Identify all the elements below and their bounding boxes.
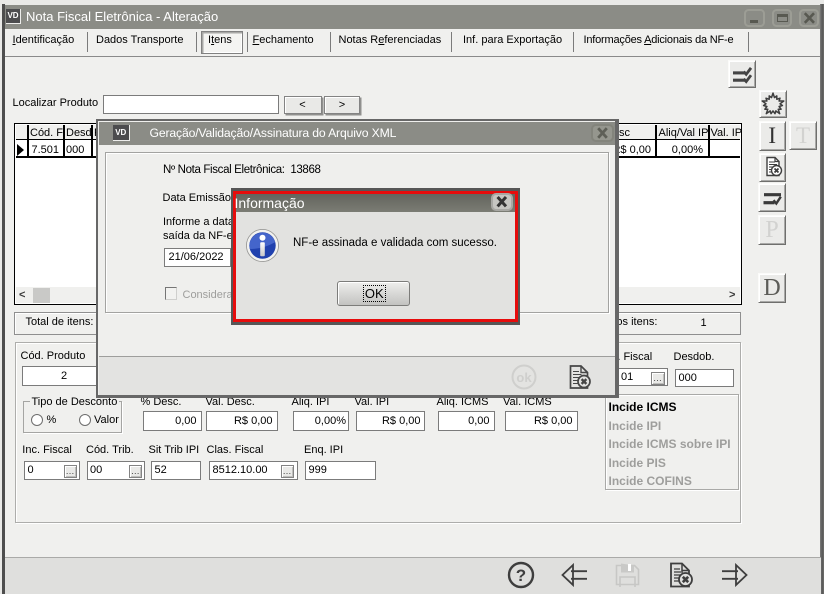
svg-text:ok: ok xyxy=(516,370,532,385)
svg-text:?: ? xyxy=(516,566,526,585)
